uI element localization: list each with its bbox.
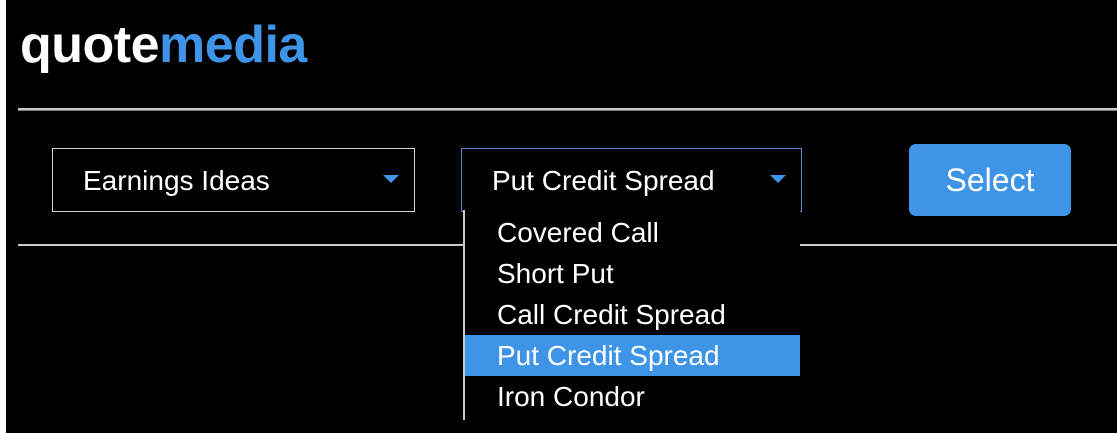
strategy-select[interactable]: Put Credit Spread [461,148,802,212]
logo-part-quote: quote [20,16,160,74]
chevron-down-icon [770,175,786,183]
quotemedia-logo: quotemedia [20,10,307,80]
dropdown-option-covered-call[interactable]: Covered Call [465,212,800,253]
logo-part-media: media [159,16,307,74]
category-select[interactable]: Earnings Ideas [52,148,415,212]
category-select-value: Earnings Ideas [83,165,270,196]
dropdown-option-short-put[interactable]: Short Put [465,253,800,294]
select-button[interactable]: Select [909,144,1071,216]
strategy-dropdown-list: Covered Call Short Put Call Credit Sprea… [463,210,800,420]
dropdown-option-put-credit-spread[interactable]: Put Credit Spread [465,335,800,376]
header-divider [18,108,1117,111]
strategy-select-value: Put Credit Spread [492,165,715,196]
app-window: quotemedia Earnings Ideas Put Credit Spr… [6,0,1117,433]
dropdown-option-iron-condor[interactable]: Iron Condor [465,376,800,417]
chevron-down-icon [383,175,399,183]
dropdown-option-call-credit-spread[interactable]: Call Credit Spread [465,294,800,335]
